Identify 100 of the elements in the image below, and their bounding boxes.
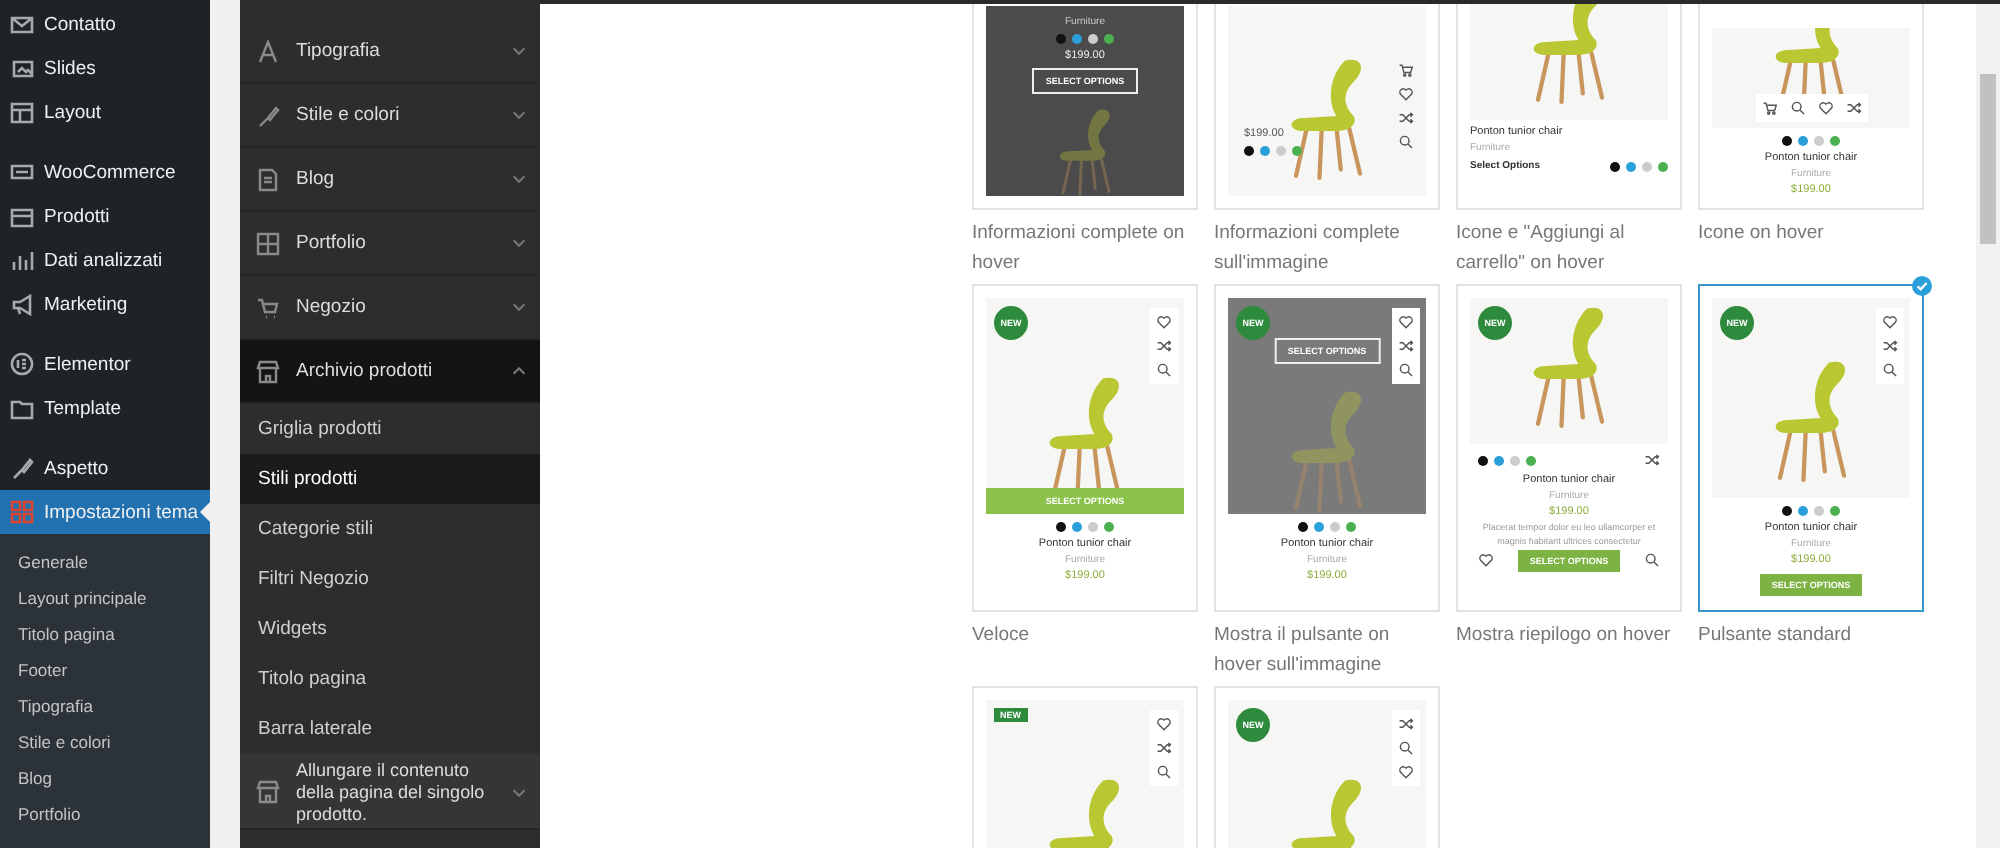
shuffle-icon[interactable] [1644, 452, 1660, 468]
color-swatch[interactable] [1072, 522, 1082, 532]
admin-menu-item[interactable]: Marketing [0, 282, 210, 326]
cart-icon [256, 295, 280, 319]
color-swatch[interactable] [1814, 136, 1824, 146]
shuffle-icon[interactable] [1156, 338, 1172, 354]
admin-menu-item[interactable]: WooCommerce [0, 150, 210, 194]
heart-icon[interactable] [1156, 716, 1172, 732]
admin-submenu-item[interactable]: Titolo pagina [0, 616, 210, 652]
store-icon [256, 359, 280, 383]
mail-icon [10, 12, 34, 36]
admin-menu-item[interactable]: Contatto [0, 2, 210, 46]
heart-icon[interactable] [1156, 314, 1172, 330]
cart-icon[interactable] [1761, 100, 1777, 116]
color-swatch[interactable] [1276, 146, 1286, 156]
color-swatch[interactable] [1798, 506, 1808, 516]
search-icon[interactable] [1643, 552, 1660, 568]
color-swatch[interactable] [1782, 506, 1792, 516]
chevron-down-icon [510, 42, 528, 60]
admin-submenu-item[interactable]: Portfolio [0, 796, 210, 832]
color-swatch[interactable] [1610, 161, 1620, 171]
customizer-subitem[interactable]: Stili prodotti [240, 454, 540, 504]
style-caption: Pulsante standard [1698, 622, 1854, 650]
color-swatch[interactable] [1072, 34, 1082, 44]
shuffle-icon[interactable] [1398, 716, 1414, 732]
admin-submenu-item[interactable]: Layout principale [0, 580, 210, 616]
color-swatch[interactable] [1104, 522, 1114, 532]
shuffle-icon[interactable] [1845, 100, 1861, 116]
store-icon [10, 160, 34, 184]
heart-icon[interactable] [1817, 100, 1833, 116]
admin-submenu-item[interactable]: Generale [0, 544, 210, 580]
style-caption: Informazioni complete on hover [972, 220, 1187, 278]
admin-menu-item[interactable]: Impostazioni tema [0, 490, 210, 534]
letter-icon [256, 39, 280, 63]
color-swatch[interactable] [1104, 34, 1114, 44]
color-swatch[interactable] [1626, 161, 1636, 171]
color-swatch[interactable] [1346, 522, 1356, 532]
color-swatch[interactable] [1510, 455, 1520, 465]
search-icon[interactable] [1398, 362, 1414, 378]
color-swatch[interactable] [1478, 455, 1488, 465]
style-caption: Mostra riepilogo on hover [1456, 622, 1673, 650]
admin-menu-item[interactable]: Elementor [0, 342, 210, 386]
admin-menu-item[interactable]: Dati analizzati [0, 238, 210, 282]
folder-icon [10, 396, 34, 420]
color-swatch[interactable] [1494, 455, 1504, 465]
color-swatch[interactable] [1314, 522, 1324, 532]
admin-menu-item[interactable]: Layout [0, 90, 210, 134]
grid-icon [10, 500, 34, 524]
color-swatch[interactable] [1088, 34, 1098, 44]
chevron-down-icon [510, 170, 528, 188]
color-swatch[interactable] [1830, 136, 1840, 146]
brush-icon [256, 103, 280, 127]
heart-icon[interactable] [1882, 314, 1898, 330]
scrollbar-thumb[interactable] [1980, 74, 1996, 244]
color-swatch[interactable] [1292, 146, 1302, 156]
color-swatch[interactable] [1088, 522, 1098, 532]
admin-menu-item[interactable]: Aspetto [0, 446, 210, 490]
color-swatch[interactable] [1642, 161, 1652, 171]
search-icon[interactable] [1789, 100, 1805, 116]
admin-submenu-item[interactable]: Tipografia [0, 688, 210, 724]
color-swatch[interactable] [1814, 506, 1824, 516]
color-swatch[interactable] [1056, 522, 1066, 532]
color-swatch[interactable] [1658, 161, 1668, 171]
search-icon[interactable] [1882, 362, 1898, 378]
customizer-section[interactable]: Archivio prodotti [240, 340, 540, 404]
heart-icon[interactable] [1398, 764, 1414, 780]
color-swatch[interactable] [1056, 34, 1066, 44]
admin-submenu-item[interactable]: Blog [0, 760, 210, 796]
color-swatch[interactable] [1782, 136, 1792, 146]
color-swatch[interactable] [1260, 146, 1270, 156]
customizer-section[interactable]: Allungare il contenuto della pagina del singolo prodotto. [240, 754, 540, 831]
admin-submenu-item[interactable]: Footer [0, 652, 210, 688]
heart-icon[interactable] [1398, 314, 1414, 330]
admin-menu-item[interactable]: Prodotti [0, 194, 210, 238]
style-caption: Mostra il pulsante on hover sull'immagine [1214, 622, 1392, 680]
shuffle-icon[interactable] [1156, 740, 1172, 756]
shuffle-icon[interactable] [1882, 338, 1898, 354]
heart-icon[interactable] [1398, 86, 1414, 102]
circle-logo-icon [10, 352, 34, 376]
chevron-down-icon [510, 234, 528, 252]
search-icon[interactable] [1398, 740, 1414, 756]
admin-submenu-item[interactable]: Stile e colori [0, 724, 210, 760]
color-swatch[interactable] [1830, 506, 1840, 516]
search-icon[interactable] [1156, 362, 1172, 378]
megaphone-icon [10, 292, 34, 316]
color-swatch[interactable] [1330, 522, 1340, 532]
admin-menu-item[interactable]: Template [0, 386, 210, 430]
color-swatch[interactable] [1526, 455, 1536, 465]
color-swatch[interactable] [1798, 136, 1808, 146]
admin-menu-item[interactable]: Slides [0, 46, 210, 90]
shuffle-icon[interactable] [1398, 110, 1414, 126]
shuffle-icon[interactable] [1398, 338, 1414, 354]
heart-icon[interactable] [1478, 552, 1494, 568]
search-icon[interactable] [1156, 764, 1172, 780]
box-icon [10, 204, 34, 228]
cart-icon[interactable] [1398, 62, 1414, 78]
color-swatch[interactable] [1298, 522, 1308, 532]
color-swatch[interactable] [1244, 146, 1254, 156]
document-icon [256, 167, 280, 191]
search-icon[interactable] [1398, 134, 1414, 150]
